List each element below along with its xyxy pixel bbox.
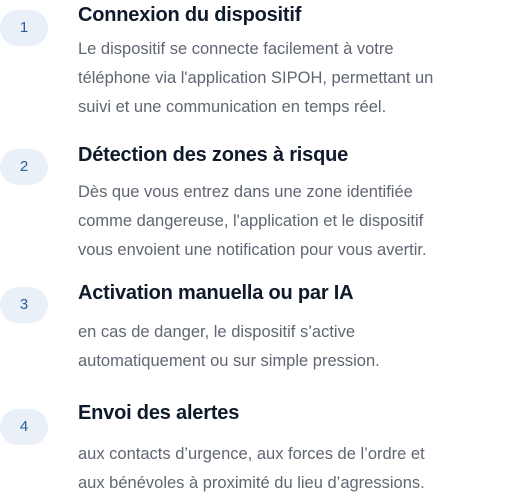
description-line: suivi et une communication en temps réel…: [78, 98, 387, 116]
description-line: automatiquement ou sur simple pression.: [78, 352, 380, 370]
description-line: vous envoient une notification pour vous…: [78, 241, 427, 259]
step-number-badge: 3: [0, 287, 48, 323]
step-title: Envoi des alertes: [78, 402, 240, 424]
description-line: en cas de danger, le dispositif s’active: [78, 323, 355, 341]
step-number-badge: 4: [0, 409, 48, 445]
step-number-badge: 1: [0, 10, 48, 46]
description-line: aux bénévoles à proximité du lieu d’agre…: [78, 474, 425, 492]
step-title: Activation manuella ou par IA: [78, 282, 354, 304]
step-description: aux contacts d’urgence, aux forces de l’…: [78, 440, 498, 498]
step-title: Détection des zones à risque: [78, 144, 349, 166]
step-title: Connexion du dispositif: [78, 4, 302, 26]
description-line: téléphone via l'application SIPOH, perme…: [78, 69, 434, 87]
step-description: Dès que vous entrez dans une zone identi…: [78, 178, 498, 265]
description-line: comme dangereuse, l'application et le di…: [78, 212, 424, 230]
step-description: en cas de danger, le dispositif s’active…: [78, 318, 498, 376]
step-description: Le dispositif se connecte facilement à v…: [78, 35, 498, 122]
description-line: aux contacts d’urgence, aux forces de l’…: [78, 445, 425, 463]
description-line: Dès que vous entrez dans une zone identi…: [78, 183, 413, 201]
step-number-badge: 2: [0, 149, 48, 185]
description-line: Le dispositif se connecte facilement à v…: [78, 40, 394, 58]
